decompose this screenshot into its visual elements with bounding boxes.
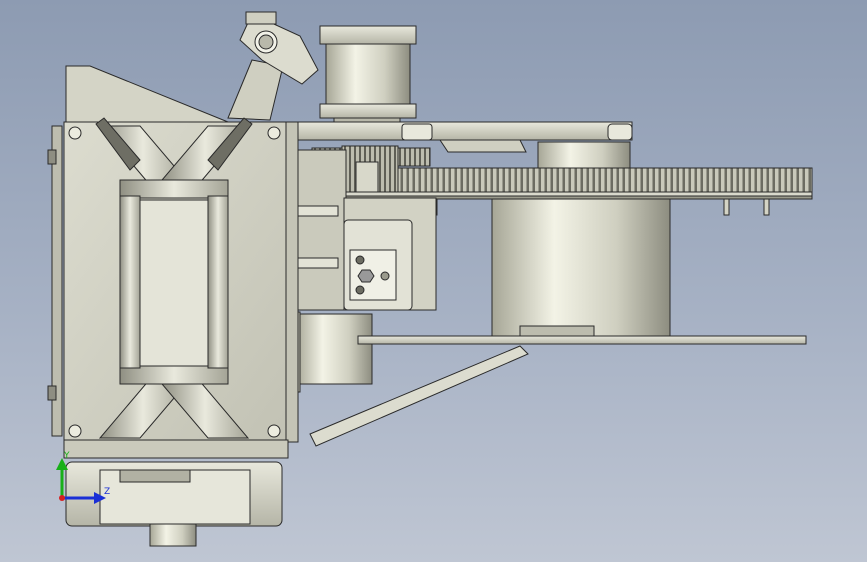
- z-axis-label: Z: [104, 487, 110, 497]
- stepper-motor: [319, 25, 417, 127]
- cad-viewport[interactable]: Y Z: [0, 0, 867, 562]
- linkage-arm: [227, 11, 319, 121]
- lower-plate: [357, 335, 807, 345]
- y-axis-label: Y: [63, 451, 70, 461]
- origin-marker: [59, 495, 65, 501]
- base-bracket: [65, 461, 283, 547]
- lower-motor: [289, 311, 373, 393]
- gearbox-housing: [47, 65, 299, 459]
